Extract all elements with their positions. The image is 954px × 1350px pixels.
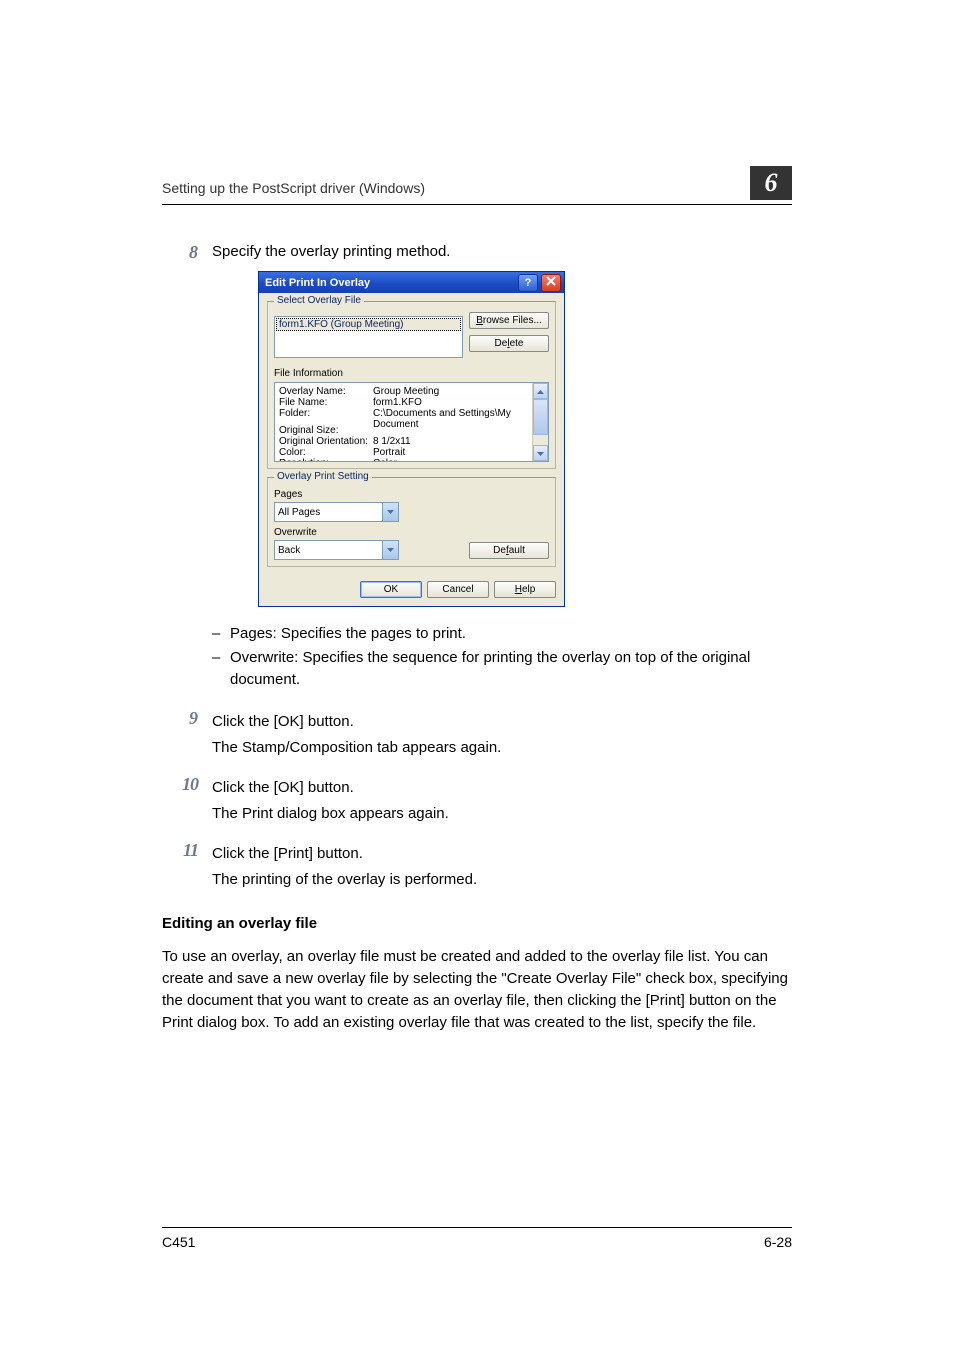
group-legend: Select Overlay File <box>274 295 364 306</box>
dialog-body: Select Overlay File form1.KFO (Group Mee… <box>259 293 564 606</box>
titlebar-close-button[interactable] <box>541 274 561 292</box>
titlebar-help-button[interactable]: ? <box>518 274 538 292</box>
scroll-thumb[interactable] <box>533 399 548 435</box>
step-number: 11 <box>162 839 212 861</box>
page-header: Setting up the PostScript driver (Window… <box>162 40 792 205</box>
default-button[interactable]: Default <box>469 542 549 559</box>
info-label: File Name: <box>279 397 373 408</box>
step-11: 11 Click the [Print] button. The printin… <box>162 839 792 895</box>
info-value: Group Meeting <box>373 386 530 397</box>
pages-select-value: All Pages <box>278 507 320 518</box>
info-value: Portrait <box>373 447 530 458</box>
scroll-track[interactable] <box>533 435 548 445</box>
info-scrollbar[interactable] <box>532 383 548 461</box>
step-10: 10 Click the [OK] button. The Print dial… <box>162 773 792 829</box>
step-number: 10 <box>162 773 212 795</box>
bullet-item: – Overwrite: Specifies the sequence for … <box>212 647 792 691</box>
dialog-bottom-buttons: OK Cancel Help <box>267 575 556 598</box>
overwrite-select[interactable]: Back <box>274 540 399 560</box>
edit-print-in-overlay-dialog: Edit Print In Overlay ? Select Overlay <box>258 271 565 607</box>
info-label: Original Orientation: <box>279 436 373 447</box>
running-title: Setting up the PostScript driver (Window… <box>162 180 792 204</box>
page-footer: C451 6-28 <box>162 1227 792 1250</box>
info-label: Folder: <box>279 408 373 419</box>
info-value: 8 1/2x11 <box>373 436 530 447</box>
footer-left: C451 <box>162 1234 195 1250</box>
step-number: 8 <box>162 241 212 263</box>
step-9: 9 Click the [OK] button. The Stamp/Compo… <box>162 707 792 763</box>
document-page: Setting up the PostScript driver (Window… <box>0 0 954 1350</box>
overlay-file-list-item[interactable]: form1.KFO (Group Meeting) <box>276 318 461 331</box>
file-information-label: File Information <box>274 368 549 379</box>
info-value: C:\Documents and Settings\My Document <box>373 408 530 430</box>
step-text: Click the [OK] button. <box>212 777 792 799</box>
overlay-print-setting-group: Overlay Print Setting Pages All Pages Ov… <box>267 477 556 567</box>
section-paragraph: To use an overlay, an overlay file must … <box>162 946 792 1034</box>
info-value: Color <box>373 458 530 462</box>
help-icon: ? <box>525 277 532 289</box>
dash-icon: – <box>212 623 230 645</box>
step-text: The printing of the overlay is performed… <box>212 869 792 891</box>
ok-button[interactable]: OK <box>360 581 422 598</box>
step-8: 8 Specify the overlay printing method. <box>162 241 792 263</box>
bullet-text: Pages: Specifies the pages to print. <box>230 623 466 645</box>
step-8-bullets: – Pages: Specifies the pages to print. –… <box>212 623 792 691</box>
chevron-down-icon <box>382 503 398 521</box>
chapter-number-badge: 6 <box>750 166 792 200</box>
step-text: The Stamp/Composition tab appears again. <box>212 737 792 759</box>
close-icon <box>546 276 556 289</box>
pages-label: Pages <box>274 489 549 500</box>
delete-button[interactable]: Delete <box>469 335 549 352</box>
dialog-title: Edit Print In Overlay <box>265 277 370 289</box>
section-heading: Editing an overlay file <box>162 915 792 932</box>
select-overlay-file-group: Select Overlay File form1.KFO (Group Mee… <box>267 301 556 469</box>
step-text: The Print dialog box appears again. <box>212 803 792 825</box>
file-information-box: Overlay Name: File Name: Folder: Origina… <box>274 382 549 462</box>
info-value: form1.KFO <box>373 397 530 408</box>
dash-icon: – <box>212 647 230 691</box>
chevron-down-icon <box>382 541 398 559</box>
group-legend: Overlay Print Setting <box>274 471 372 482</box>
body-block: 8 Specify the overlay printing method. E… <box>162 241 792 1034</box>
info-label: Overlay Name: <box>279 386 373 397</box>
scroll-up-button[interactable] <box>533 383 548 399</box>
browse-files-button[interactable]: Browse Files... <box>469 312 549 329</box>
cancel-button[interactable]: Cancel <box>427 581 489 598</box>
overwrite-label: Overwrite <box>274 527 549 538</box>
info-label: Original Size: <box>279 425 373 436</box>
scroll-down-button[interactable] <box>533 445 548 461</box>
pages-select[interactable]: All Pages <box>274 502 399 522</box>
step-number: 9 <box>162 707 212 729</box>
step-text: Click the [Print] button. <box>212 843 792 865</box>
footer-right: 6-28 <box>764 1234 792 1250</box>
info-label: Color: <box>279 447 373 458</box>
overwrite-select-value: Back <box>278 545 300 556</box>
info-label: Resolution: <box>279 458 373 462</box>
chevron-up-icon <box>537 386 544 397</box>
chevron-down-icon <box>537 448 544 459</box>
step-text: Click the [OK] button. <box>212 711 792 733</box>
bullet-text: Overwrite: Specifies the sequence for pr… <box>230 647 792 691</box>
bullet-item: – Pages: Specifies the pages to print. <box>212 623 792 645</box>
dialog-titlebar[interactable]: Edit Print In Overlay ? <box>259 272 564 293</box>
help-button[interactable]: Help <box>494 581 556 598</box>
header-divider <box>162 204 792 205</box>
step-text: Specify the overlay printing method. <box>212 241 792 263</box>
content-column: Setting up the PostScript driver (Window… <box>162 40 792 1034</box>
overlay-file-list[interactable]: form1.KFO (Group Meeting) <box>274 316 463 358</box>
